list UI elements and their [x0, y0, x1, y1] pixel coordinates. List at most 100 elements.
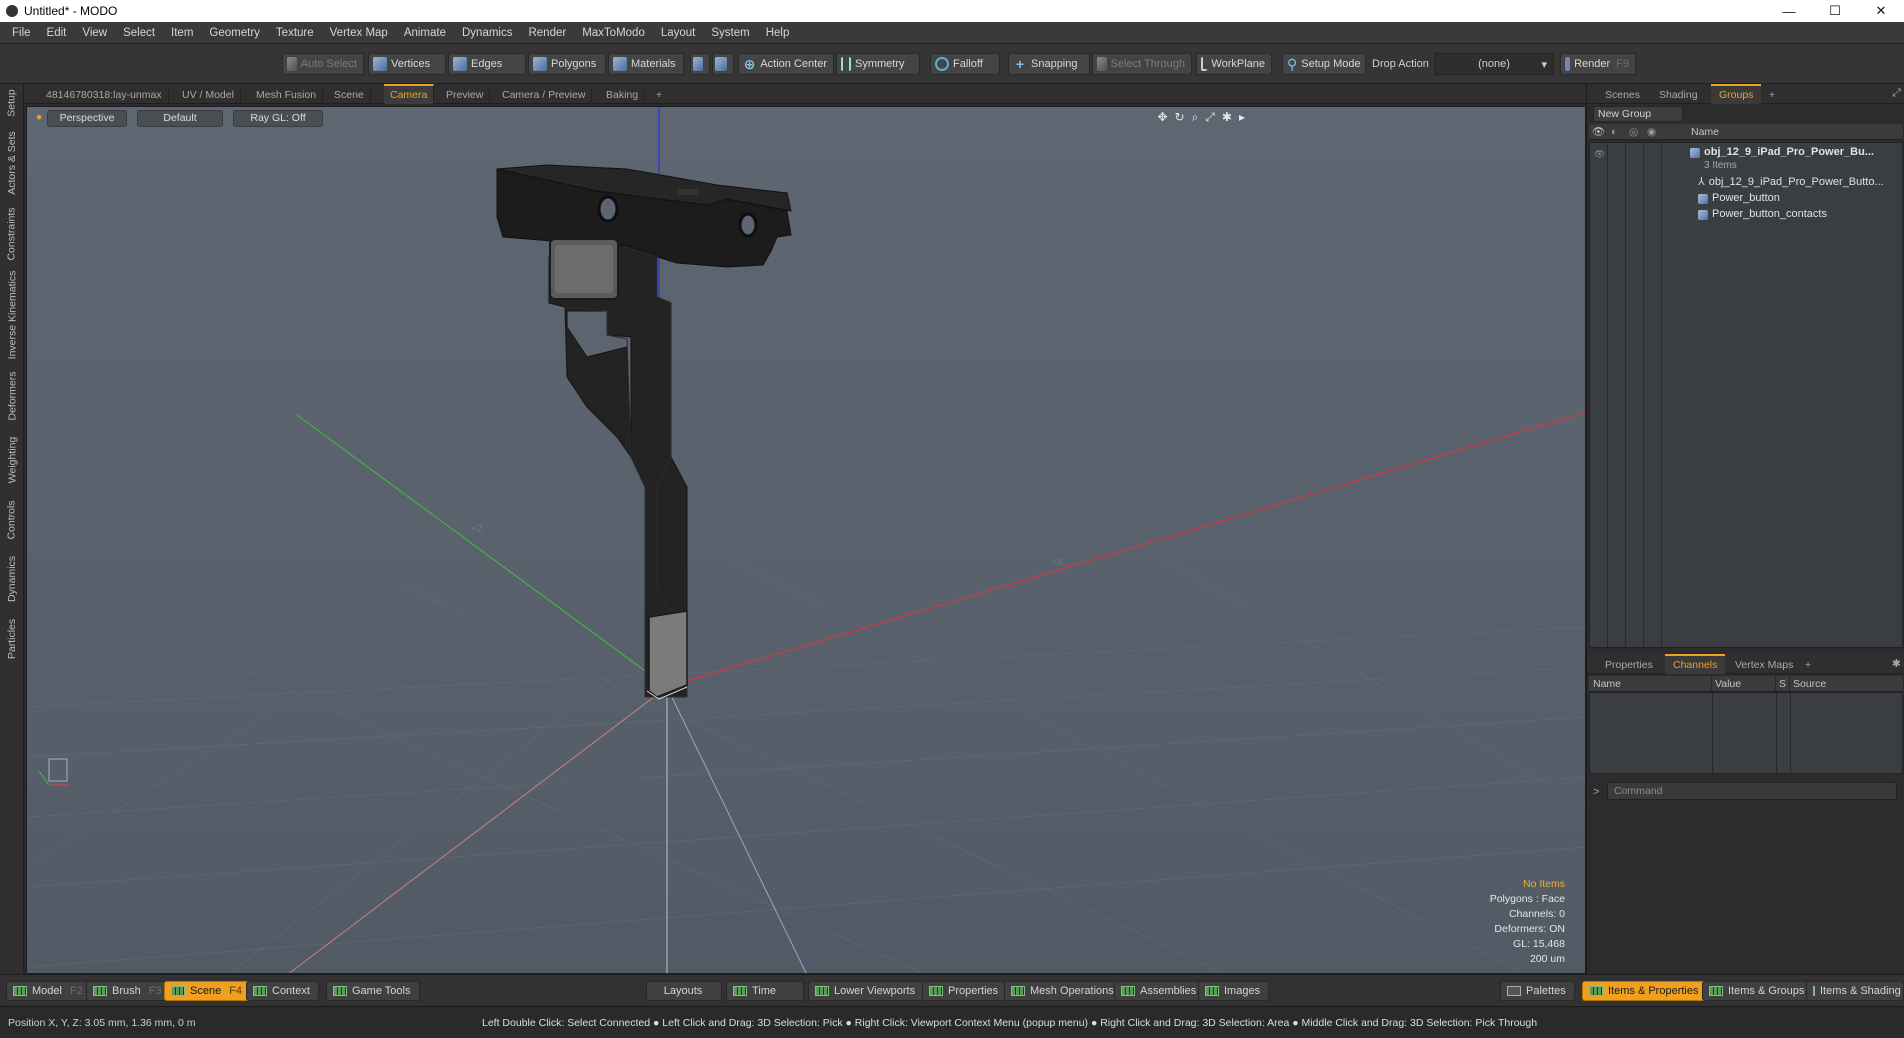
element-select-button[interactable] [712, 53, 734, 75]
select-through-button[interactable]: Select Through [1092, 53, 1192, 75]
selection-sets-button[interactable] [690, 53, 710, 75]
tab-constraints[interactable]: Constraints [0, 206, 24, 262]
tab-inverse-kinematics[interactable]: Inverse Kinematics [0, 270, 24, 360]
3d-viewport[interactable]: +Z +X ● Perspective Default Ray GL: Off … [26, 106, 1586, 974]
tree-item-power-button[interactable]: Power_button [1698, 191, 1780, 206]
model-layout-button[interactable]: Model F2 [6, 981, 92, 1001]
scene-layout-button[interactable]: Scene F4 [164, 981, 252, 1001]
menu-edit[interactable]: Edit [39, 22, 75, 44]
menu-geometry[interactable]: Geometry [201, 22, 268, 44]
edges-button[interactable]: Edges [448, 53, 526, 75]
select-toggle-icon[interactable]: ◉ [1647, 124, 1656, 140]
tab-deformers[interactable]: Deformers [0, 368, 24, 424]
menu-select[interactable]: Select [115, 22, 163, 44]
new-group-button[interactable]: New Group [1593, 106, 1683, 122]
game-tools-button[interactable]: Game Tools [326, 981, 420, 1001]
menu-help[interactable]: Help [758, 22, 798, 44]
fit-view-icon[interactable]: ⤢ [1205, 110, 1215, 125]
zoom-icon[interactable]: ⌕ [1192, 110, 1199, 125]
minimize-button[interactable]: — [1766, 0, 1812, 22]
tab-controls[interactable]: Controls [0, 496, 24, 544]
tab-dynamics[interactable]: Dynamics [0, 552, 24, 606]
tab-uv-model[interactable]: UV / Model [176, 86, 241, 104]
items-groups-button[interactable]: Items & Groups [1702, 981, 1814, 1001]
menu-view[interactable]: View [74, 22, 115, 44]
tab-setup[interactable]: Setup [0, 86, 24, 120]
viewport-settings-icon[interactable]: ✱ [1222, 110, 1232, 125]
menu-maxtomodo[interactable]: MaxToModo [574, 22, 653, 44]
pan-icon[interactable]: ✥ [1157, 110, 1167, 125]
maximize-button[interactable]: ☐ [1812, 0, 1858, 22]
menu-render[interactable]: Render [520, 22, 574, 44]
tab-preview[interactable]: Preview [440, 86, 491, 104]
menu-layout[interactable]: Layout [653, 22, 704, 44]
assemblies-button[interactable]: Assemblies [1114, 981, 1206, 1001]
tab-mesh-fusion[interactable]: Mesh Fusion [250, 86, 324, 104]
command-input[interactable]: Command [1607, 782, 1897, 800]
close-button[interactable]: ✕ [1858, 0, 1904, 22]
snapping-button[interactable]: + Snapping [1008, 53, 1090, 75]
viewport-menu-icon[interactable]: ● [33, 110, 45, 127]
menu-file[interactable]: File [4, 22, 39, 44]
properties-button[interactable]: Properties [922, 981, 1008, 1001]
power-button-flex-model[interactable] [496, 164, 792, 700]
items-shading-button[interactable]: Items & Shading [1806, 981, 1904, 1001]
items-properties-button[interactable]: Items & Properties [1582, 981, 1708, 1001]
tab-groups[interactable]: Groups [1711, 84, 1762, 104]
brush-layout-button[interactable]: Brush F3 [86, 981, 171, 1001]
materials-button[interactable]: Materials [608, 53, 684, 75]
menu-dynamics[interactable]: Dynamics [454, 22, 520, 44]
auto-select-button[interactable]: Auto Select [282, 53, 364, 75]
drop-action-select[interactable]: (none) ▾ [1434, 53, 1554, 75]
tab-particles[interactable]: Particles [0, 614, 24, 664]
time-button[interactable]: Time [726, 981, 804, 1001]
tab-camera-preview[interactable]: Camera / Preview [496, 86, 593, 104]
channels-settings-icon[interactable]: ✱ [1892, 657, 1901, 670]
add-channels-tab-button[interactable]: + [1797, 656, 1819, 674]
menu-item[interactable]: Item [163, 22, 201, 44]
falloff-button[interactable]: Falloff [930, 53, 1000, 75]
menu-system[interactable]: System [703, 22, 757, 44]
tab-channels[interactable]: Channels [1665, 654, 1726, 674]
tab-baking[interactable]: Baking [600, 86, 646, 104]
vertices-button[interactable]: Vertices [368, 53, 446, 75]
setup-mode-button[interactable]: ⚲ Setup Mode [1282, 53, 1366, 75]
add-panel-tab-button[interactable]: + [1761, 86, 1783, 104]
shading-select[interactable]: Default [137, 110, 223, 127]
tab-scene[interactable]: Scene [328, 86, 371, 104]
tab-scenes[interactable]: Scenes [1597, 86, 1648, 104]
symmetry-button[interactable]: Symmetry [836, 53, 920, 75]
add-tab-button[interactable]: + [650, 86, 668, 104]
menu-texture[interactable]: Texture [268, 22, 322, 44]
tree-item-mesh[interactable]: ⅄ obj_12_9_iPad_Pro_Power_Butto... [1698, 175, 1884, 190]
render-toggle-icon[interactable]: ◐ [1611, 124, 1617, 140]
view-mode-select[interactable]: Perspective [47, 110, 127, 127]
expand-panel-icon[interactable]: ⤢ [1892, 87, 1901, 100]
tab-shading[interactable]: Shading [1651, 86, 1706, 104]
polygons-button[interactable]: Polygons [528, 53, 606, 75]
lower-viewports-button[interactable]: Lower Viewports [808, 981, 925, 1001]
rotate-icon[interactable]: ↻ [1175, 110, 1185, 125]
tab-layout-unmax[interactable]: 48146780318:lay-unmax [40, 86, 169, 104]
row-visibility-eye-icon[interactable]: 👁 [1594, 149, 1605, 160]
palettes-button[interactable]: Palettes [1500, 981, 1575, 1001]
menu-animate[interactable]: Animate [396, 22, 454, 44]
action-center-button[interactable]: ⊕ Action Center [738, 53, 834, 75]
raygl-toggle[interactable]: Ray GL: Off [233, 110, 323, 127]
tree-item-power-button-contacts[interactable]: Power_button_contacts [1698, 207, 1827, 222]
tab-actors-sets[interactable]: Actors & Sets [0, 130, 24, 196]
lock-icon[interactable]: ◎ [1629, 124, 1638, 140]
images-button[interactable]: Images [1198, 981, 1270, 1001]
tab-vertex-maps[interactable]: Vertex Maps [1727, 656, 1801, 674]
render-button[interactable]: Render F9 [1560, 53, 1636, 75]
play-arrow-icon[interactable]: ▸ [1239, 110, 1245, 125]
tab-camera[interactable]: Camera [384, 84, 435, 104]
layouts-button[interactable]: Layouts [646, 981, 722, 1001]
tab-properties[interactable]: Properties [1597, 656, 1661, 674]
tab-weighting[interactable]: Weighting [0, 432, 24, 488]
menu-vertex-map[interactable]: Vertex Map [322, 22, 396, 44]
eye-icon[interactable]: 👁 [1592, 124, 1605, 140]
context-layout-button[interactable]: Context [246, 981, 319, 1001]
mesh-operations-button[interactable]: Mesh Operations [1004, 981, 1123, 1001]
workplane-button[interactable]: WorkPlane [1196, 53, 1272, 75]
